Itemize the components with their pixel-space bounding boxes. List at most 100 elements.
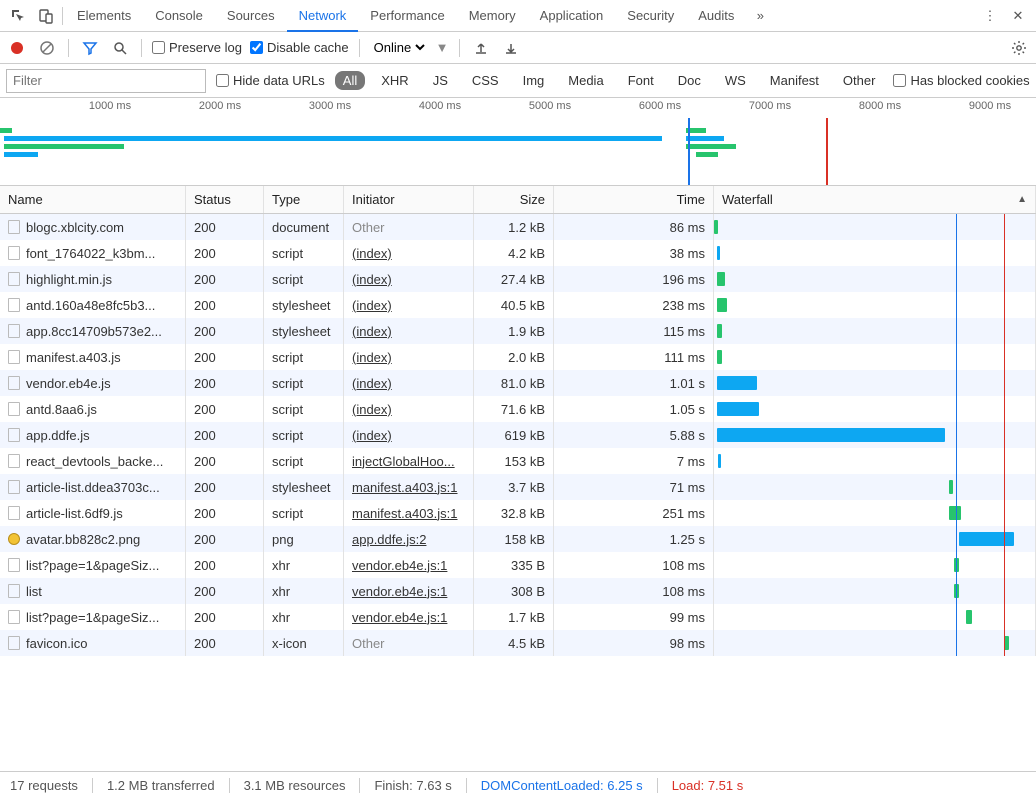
request-initiator[interactable]: (index) [352,428,392,443]
table-row[interactable]: antd.8aa6.js200script(index)71.6 kB1.05 … [0,396,1036,422]
request-waterfall [714,370,1036,396]
tab-console[interactable]: Console [143,0,215,32]
table-row[interactable]: manifest.a403.js200script(index)2.0 kB11… [0,344,1036,370]
request-type: script [264,266,344,292]
request-time: 86 ms [554,214,714,240]
request-initiator[interactable]: (index) [352,376,392,391]
table-row[interactable]: article-list.6df9.js200scriptmanifest.a4… [0,500,1036,526]
filter-type-doc[interactable]: Doc [670,71,709,90]
table-row[interactable]: list?page=1&pageSiz...200xhrvendor.eb4e.… [0,604,1036,630]
table-row[interactable]: font_1764022_k3bm...200script(index)4.2 … [0,240,1036,266]
filter-toggle-icon[interactable] [79,37,101,59]
kebab-menu-icon[interactable]: ⋮ [976,2,1004,30]
request-initiator[interactable]: vendor.eb4e.js:1 [352,610,447,625]
more-tabs-icon[interactable]: » [746,2,774,30]
status-finish: Finish: 7.63 s [374,778,466,793]
table-row[interactable]: list200xhrvendor.eb4e.js:1308 B108 ms [0,578,1036,604]
request-status: 200 [186,214,264,240]
request-initiator[interactable]: app.ddfe.js:2 [352,532,426,547]
table-row[interactable]: app.8cc14709b573e2...200stylesheet(index… [0,318,1036,344]
record-button[interactable] [6,37,28,59]
inspect-icon[interactable] [4,2,32,30]
request-initiator[interactable]: (index) [352,246,392,261]
request-name: antd.160a48e8fc5b3... [26,298,155,313]
tab-application[interactable]: Application [528,0,616,32]
request-initiator[interactable]: (index) [352,272,392,287]
timeline-tick: 9000 ms [969,100,1011,112]
table-row[interactable]: list?page=1&pageSiz...200xhrvendor.eb4e.… [0,552,1036,578]
request-initiator[interactable]: (index) [352,298,392,313]
table-row[interactable]: app.ddfe.js200script(index)619 kB5.88 s [0,422,1036,448]
filter-type-img[interactable]: Img [515,71,553,90]
col-time[interactable]: Time [554,186,714,213]
filter-type-ws[interactable]: WS [717,71,754,90]
request-initiator[interactable]: manifest.a403.js:1 [352,480,458,495]
table-row[interactable]: highlight.min.js200script(index)27.4 kB1… [0,266,1036,292]
timeline-overview[interactable]: 1000 ms2000 ms3000 ms4000 ms5000 ms6000 … [0,98,1036,186]
hide-data-urls-checkbox[interactable]: Hide data URLs [216,73,325,88]
clear-button[interactable] [36,37,58,59]
tab-network[interactable]: Network [287,0,359,32]
table-body[interactable]: blogc.xblcity.com200documentOther1.2 kB8… [0,214,1036,771]
col-initiator[interactable]: Initiator [344,186,474,213]
col-waterfall[interactable]: Waterfall▲ [714,186,1036,213]
col-status[interactable]: Status [186,186,264,213]
settings-gear-icon[interactable] [1008,37,1030,59]
request-name: antd.8aa6.js [26,402,97,417]
request-type: stylesheet [264,318,344,344]
upload-har-icon[interactable] [470,37,492,59]
request-initiator[interactable]: vendor.eb4e.js:1 [352,558,447,573]
filter-input[interactable] [6,69,206,93]
device-toggle-icon[interactable] [32,2,60,30]
request-time: 99 ms [554,604,714,630]
request-type: stylesheet [264,292,344,318]
status-bar: 17 requests 1.2 MB transferred 3.1 MB re… [0,771,1036,799]
request-initiator[interactable]: vendor.eb4e.js:1 [352,584,447,599]
filter-type-all[interactable]: All [335,71,365,90]
has-blocked-cookies-checkbox[interactable]: Has blocked cookies [893,73,1029,88]
col-size[interactable]: Size [474,186,554,213]
filter-type-js[interactable]: JS [425,71,456,90]
table-row[interactable]: react_devtools_backe...200scriptinjectGl… [0,448,1036,474]
filter-type-xhr[interactable]: XHR [373,71,416,90]
filter-type-font[interactable]: Font [620,71,662,90]
col-type[interactable]: Type [264,186,344,213]
filter-type-manifest[interactable]: Manifest [762,71,827,90]
request-waterfall [714,318,1036,344]
request-initiator[interactable]: manifest.a403.js:1 [352,506,458,521]
col-name[interactable]: Name [0,186,186,213]
request-initiator[interactable]: (index) [352,350,392,365]
table-row[interactable]: favicon.ico200x-iconOther4.5 kB98 ms [0,630,1036,656]
request-type: script [264,448,344,474]
request-initiator[interactable]: (index) [352,402,392,417]
download-har-icon[interactable] [500,37,522,59]
table-row[interactable]: vendor.eb4e.js200script(index)81.0 kB1.0… [0,370,1036,396]
filter-type-other[interactable]: Other [835,71,884,90]
request-initiator: Other [352,220,385,235]
table-row[interactable]: article-list.ddea3703c...200stylesheetma… [0,474,1036,500]
filter-type-css[interactable]: CSS [464,71,507,90]
request-waterfall [714,604,1036,630]
tab-security[interactable]: Security [615,0,686,32]
request-name: favicon.ico [26,636,87,651]
tab-audits[interactable]: Audits [686,0,746,32]
tab-elements[interactable]: Elements [65,0,143,32]
request-waterfall [714,578,1036,604]
search-icon[interactable] [109,37,131,59]
request-type: stylesheet [264,474,344,500]
preserve-log-checkbox[interactable]: Preserve log [152,40,242,55]
filter-type-media[interactable]: Media [560,71,611,90]
close-icon[interactable]: ✕ [1004,2,1032,30]
table-row[interactable]: blogc.xblcity.com200documentOther1.2 kB8… [0,214,1036,240]
disable-cache-checkbox[interactable]: Disable cache [250,40,349,55]
request-name: article-list.ddea3703c... [26,480,160,495]
throttling-select[interactable]: Online [370,39,428,56]
table-row[interactable]: antd.160a48e8fc5b3...200stylesheet(index… [0,292,1036,318]
request-initiator[interactable]: (index) [352,324,392,339]
table-row[interactable]: avatar.bb828c2.png200pngapp.ddfe.js:2158… [0,526,1036,552]
tab-performance[interactable]: Performance [358,0,456,32]
tab-memory[interactable]: Memory [457,0,528,32]
request-status: 200 [186,500,264,526]
request-initiator[interactable]: injectGlobalHoo... [352,454,455,469]
tab-sources[interactable]: Sources [215,0,287,32]
